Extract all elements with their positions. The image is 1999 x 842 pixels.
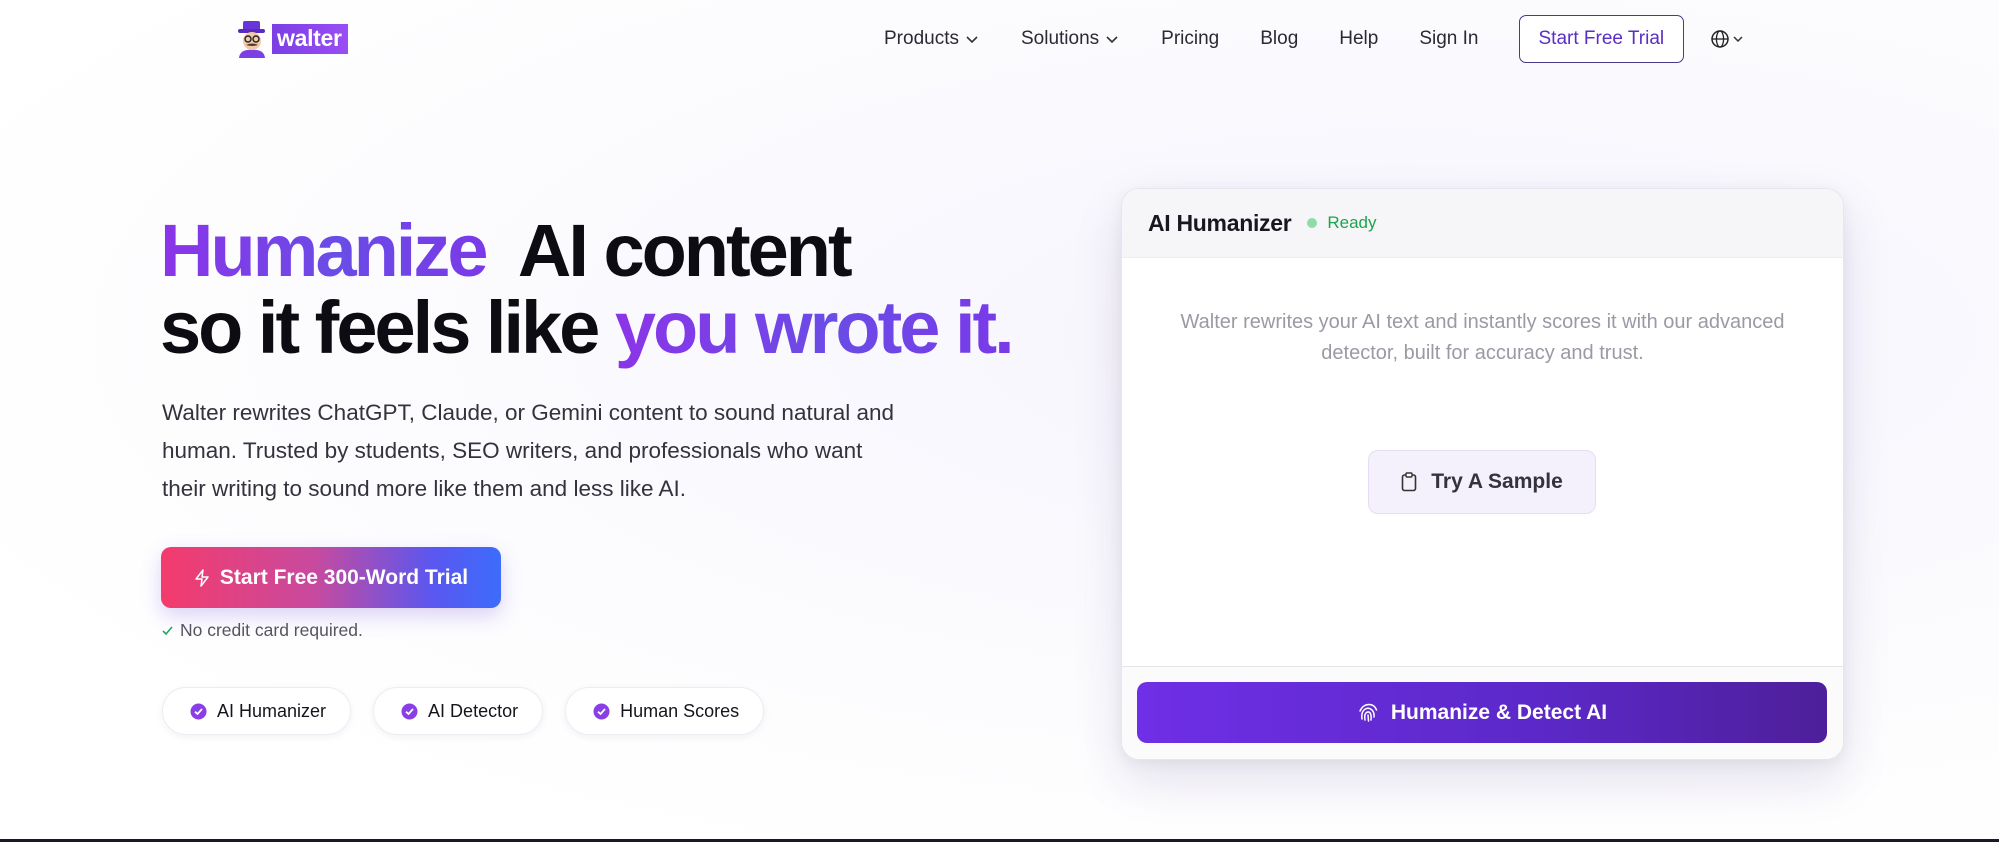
nav-item-blog[interactable]: Blog	[1260, 28, 1298, 50]
check-badge-icon	[593, 703, 610, 719]
hero-title-text: so it feels like	[160, 286, 600, 369]
start-free-word-trial-button[interactable]: Start Free 300-Word Trial	[161, 547, 501, 608]
check-icon	[162, 626, 173, 636]
language-selector[interactable]	[1710, 29, 1744, 49]
start-free-trial-button[interactable]: Start Free Trial	[1518, 15, 1685, 63]
card-description: Walter rewrites your AI text and instant…	[1180, 311, 1785, 364]
walter-mascot-icon	[238, 21, 265, 58]
feature-chip: AI Detector	[373, 687, 544, 735]
card-header: AI Humanizer Ready	[1122, 189, 1843, 258]
nav-item-products[interactable]: Products	[884, 28, 979, 50]
feature-chips: AI Humanizer AI Detector Human Scores	[162, 687, 765, 735]
feature-label: Human Scores	[620, 700, 740, 721]
ai-humanizer-card: AI Humanizer Ready Walter rewrites your …	[1121, 188, 1844, 760]
chevron-down-icon	[1106, 36, 1118, 44]
hero-title-highlight: Humanize	[160, 209, 489, 292]
hero-title-highlight: you wrote it.	[614, 286, 1015, 369]
brand-name: walter	[272, 24, 348, 54]
nav-item-pricing[interactable]: Pricing	[1161, 28, 1219, 50]
nav-menu: Products Solutions Pricing Blog Help Sig…	[884, 14, 1744, 64]
check-badge-icon	[401, 703, 418, 719]
try-a-sample-button[interactable]: Try A Sample	[1368, 450, 1596, 514]
card-footer: Humanize & Detect AI	[1122, 666, 1843, 759]
card-title: AI Humanizer	[1148, 209, 1292, 236]
check-badge-icon	[190, 703, 207, 719]
nav-item-label: Products	[884, 28, 959, 49]
no-credit-card-note: No credit card required.	[162, 620, 363, 641]
humanize-button-label: Humanize & Detect AI	[1390, 700, 1608, 724]
trial-button-label: Start Free 300-Word Trial	[219, 565, 469, 589]
feature-chip: AI Humanizer	[162, 687, 352, 735]
lightning-icon	[195, 568, 209, 587]
nav-item-solutions[interactable]: Solutions	[1021, 28, 1119, 50]
chevron-down-icon	[966, 36, 978, 44]
nav-item-sign-in[interactable]: Sign In	[1419, 28, 1478, 50]
hero-title: Humanize AI content so it feels like you…	[160, 209, 1015, 369]
feature-label: AI Detector	[428, 700, 519, 721]
landing-page: walter Products Solutions Pricing Blog H…	[0, 0, 1999, 842]
hero-title-text: AI content	[517, 209, 853, 292]
hero-subtitle: Walter rewrites ChatGPT, Claude, or Gemi…	[162, 400, 895, 501]
feature-chip: Human Scores	[565, 687, 765, 735]
chevron-down-icon	[1733, 36, 1743, 43]
nav-item-help[interactable]: Help	[1339, 28, 1378, 50]
sample-button-label: Try A Sample	[1431, 470, 1563, 493]
brand-logo[interactable]: walter	[234, 20, 348, 58]
top-nav: walter Products Solutions Pricing Blog H…	[0, 0, 1999, 78]
status-dot	[1307, 218, 1318, 228]
feature-label: AI Humanizer	[217, 700, 327, 721]
note-text: No credit card required.	[180, 620, 363, 640]
globe-icon	[1711, 30, 1729, 48]
status-badge: Ready	[1327, 213, 1377, 232]
humanize-and-detect-button[interactable]: Humanize & Detect AI	[1137, 682, 1827, 743]
clipboard-icon	[1401, 472, 1417, 492]
nav-item-label: Solutions	[1020, 28, 1100, 49]
fingerprint-icon	[1359, 703, 1378, 722]
